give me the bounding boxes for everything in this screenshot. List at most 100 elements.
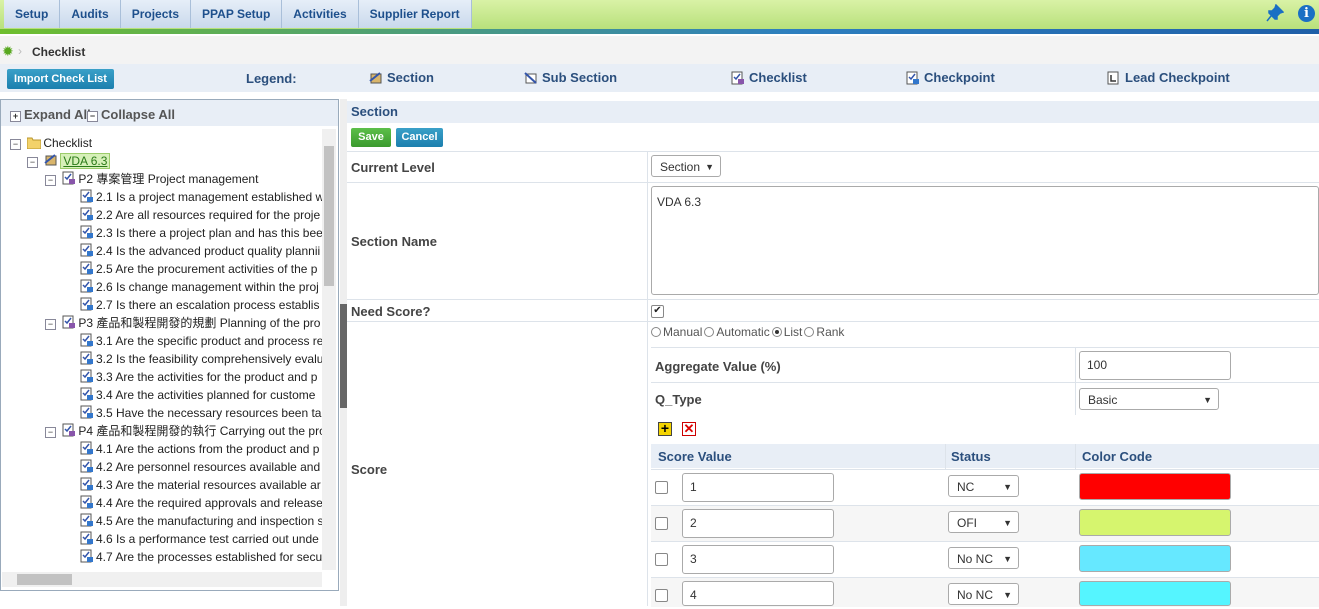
collapse-icon[interactable]: − (45, 319, 56, 330)
tree-node-item[interactable]: 2.5 Are the procurement activities of th… (80, 260, 317, 278)
nav-tab-supplier-report[interactable]: Supplier Report (358, 0, 472, 28)
tree-node-item[interactable]: 2.1 Is a project management established … (80, 188, 322, 206)
legend-checkpoint: Checkpoint (906, 70, 995, 85)
color-code-swatch[interactable] (1079, 581, 1231, 606)
checkpoint-icon (80, 243, 94, 257)
top-nav-bar: Setup Audits Projects PPAP Setup Activit… (0, 0, 1319, 34)
legend-lead-checkpoint: Lead Checkpoint (1107, 70, 1230, 85)
pin-icon[interactable] (1266, 3, 1286, 24)
radio-automatic[interactable]: Automatic (704, 325, 770, 339)
score-value-input[interactable]: 2 (682, 509, 834, 538)
tree-node-checklist-root[interactable]: − Checklist (10, 134, 92, 152)
chevron-down-icon: ▼ (1003, 590, 1012, 600)
color-code-swatch[interactable] (1079, 509, 1231, 536)
color-code-swatch[interactable] (1079, 473, 1231, 500)
chevron-down-icon: ▼ (1003, 518, 1012, 528)
collapse-icon[interactable]: − (45, 427, 56, 438)
tree-node-item[interactable]: 4.4 Are the required approvals and relea… (80, 494, 322, 512)
status-select[interactable]: NC ▼ (948, 475, 1019, 497)
checkpoint-icon (80, 477, 94, 491)
score-value-input[interactable]: 4 (682, 581, 834, 606)
current-level-select[interactable]: Section ▼ (651, 155, 721, 177)
legend-checklist-label: Checklist (749, 70, 807, 85)
checkpoint-icon (80, 387, 94, 401)
color-code-header: Color Code (1082, 449, 1153, 464)
status-select[interactable]: No NC ▼ (948, 547, 1019, 569)
save-button[interactable]: Save (351, 128, 391, 147)
collapse-icon[interactable]: − (45, 175, 56, 186)
expand-all-button[interactable]: + Expand All (10, 107, 91, 122)
checkpoint-icon (80, 369, 94, 383)
tree-vertical-scroll-thumb[interactable] (324, 146, 334, 286)
tree-node-p3[interactable]: − P3 產品和製程開發的規劃 Planning of the pro (45, 314, 320, 332)
tree-node-vda63[interactable]: − VDA 6.3 (27, 152, 111, 170)
info-icon[interactable]: i (1298, 5, 1315, 22)
tree-node-item[interactable]: 3.1 Are the specific product and process… (80, 332, 322, 350)
tree-node-item[interactable]: 2.3 Is there a project plan and has this… (80, 224, 322, 242)
checkpoint-icon (80, 297, 94, 311)
row-select-checkbox[interactable] (655, 589, 668, 602)
tree-node-item[interactable]: 4.1 Are the actions from the product and… (80, 440, 319, 458)
tree-horizontal-scroll-thumb[interactable] (17, 574, 72, 585)
tree-node-item[interactable]: 4.5 Are the manufacturing and inspection… (80, 512, 322, 530)
tree-node-item[interactable]: 2.4 Is the advanced product quality plan… (80, 242, 320, 260)
checkpoint-icon (80, 513, 94, 527)
delete-row-icon[interactable]: ✕ (682, 422, 696, 436)
collapse-all-button[interactable]: − Collapse All (87, 107, 175, 122)
score-label: Score (351, 462, 388, 477)
color-code-swatch[interactable] (1079, 545, 1231, 572)
lead-checkpoint-icon (1107, 71, 1121, 85)
legend-sub-section: Sub Section (524, 70, 617, 85)
qtype-select[interactable]: Basic ▼ (1079, 388, 1219, 410)
need-score-label: Need Score? (351, 304, 431, 319)
tree-node-p4[interactable]: − P4 產品和製程開發的執行 Carrying out the pro (45, 422, 322, 440)
tree-node-item[interactable]: 4.7 Are the processes established for se… (80, 548, 322, 566)
tree-node-p2[interactable]: − P2 專案管理 Project management (45, 170, 258, 188)
tree-node-item[interactable]: 2.7 Is there an escalation process estab… (80, 296, 319, 314)
nav-tabs: Setup Audits Projects PPAP Setup Activit… (4, 0, 472, 30)
checklist-icon (731, 71, 745, 85)
nav-tab-ppap-setup[interactable]: PPAP Setup (191, 0, 283, 28)
checkpoint-icon (80, 531, 94, 545)
import-checklist-button[interactable]: Import Check List (7, 69, 114, 89)
cancel-button[interactable]: Cancel (396, 128, 443, 147)
tree-node-item[interactable]: 4.3 Are the material resources available… (80, 476, 321, 494)
aggregate-value-input[interactable]: 100 (1079, 351, 1231, 380)
tree-node-item[interactable]: 3.5 Have the necessary resources been ta… (80, 404, 322, 422)
radio-manual[interactable]: Manual (651, 325, 702, 339)
checkpoint-icon (80, 459, 94, 473)
legend-label: Legend: (246, 71, 297, 86)
need-score-row (347, 299, 1319, 322)
tree-node-item[interactable]: 3.4 Are the activities planned for custo… (80, 386, 315, 404)
legend-section-label: Section (387, 70, 434, 85)
legend-checkpoint-label: Checkpoint (924, 70, 995, 85)
tree-node-item[interactable]: 2.2 Are all resources required for the p… (80, 206, 320, 224)
row-select-checkbox[interactable] (655, 481, 668, 494)
score-mode-radios: Manual Automatic List Rank (651, 325, 846, 339)
status-select[interactable]: No NC ▼ (948, 583, 1019, 605)
radio-list[interactable]: List (771, 325, 802, 339)
radio-rank[interactable]: Rank (804, 325, 844, 339)
row-select-checkbox[interactable] (655, 553, 668, 566)
score-value-input[interactable]: 1 (682, 473, 834, 502)
tree-node-item[interactable]: 4.2 Are personnel resources available an… (80, 458, 320, 476)
tree-node-item[interactable]: 2.6 Is change management within the proj (80, 278, 319, 296)
add-row-icon[interactable]: + (658, 421, 672, 436)
score-value-input[interactable]: 3 (682, 545, 834, 574)
status-select[interactable]: OFI ▼ (948, 511, 1019, 533)
section-name-textarea[interactable]: VDA 6.3 (651, 186, 1319, 295)
need-score-checkbox[interactable]: ✔ (651, 305, 664, 318)
collapse-icon[interactable]: − (10, 139, 21, 150)
tree-node-item[interactable]: 3.2 Is the feasibility comprehensively e… (80, 350, 322, 368)
row-select-checkbox[interactable] (655, 517, 668, 530)
splitter-handle[interactable] (340, 304, 347, 408)
plus-icon: + (10, 111, 21, 122)
nav-tab-audits[interactable]: Audits (60, 0, 121, 28)
tree-node-item[interactable]: 4.6 Is a performance test carried out un… (80, 530, 319, 548)
nav-tab-setup[interactable]: Setup (4, 0, 61, 28)
collapse-icon[interactable]: − (27, 157, 38, 168)
tree-node-item[interactable]: 3.3 Are the activities for the product a… (80, 368, 317, 386)
nav-tab-projects[interactable]: Projects (120, 0, 192, 28)
nav-tab-activities[interactable]: Activities (282, 0, 359, 28)
section-name-label: Section Name (351, 234, 437, 249)
